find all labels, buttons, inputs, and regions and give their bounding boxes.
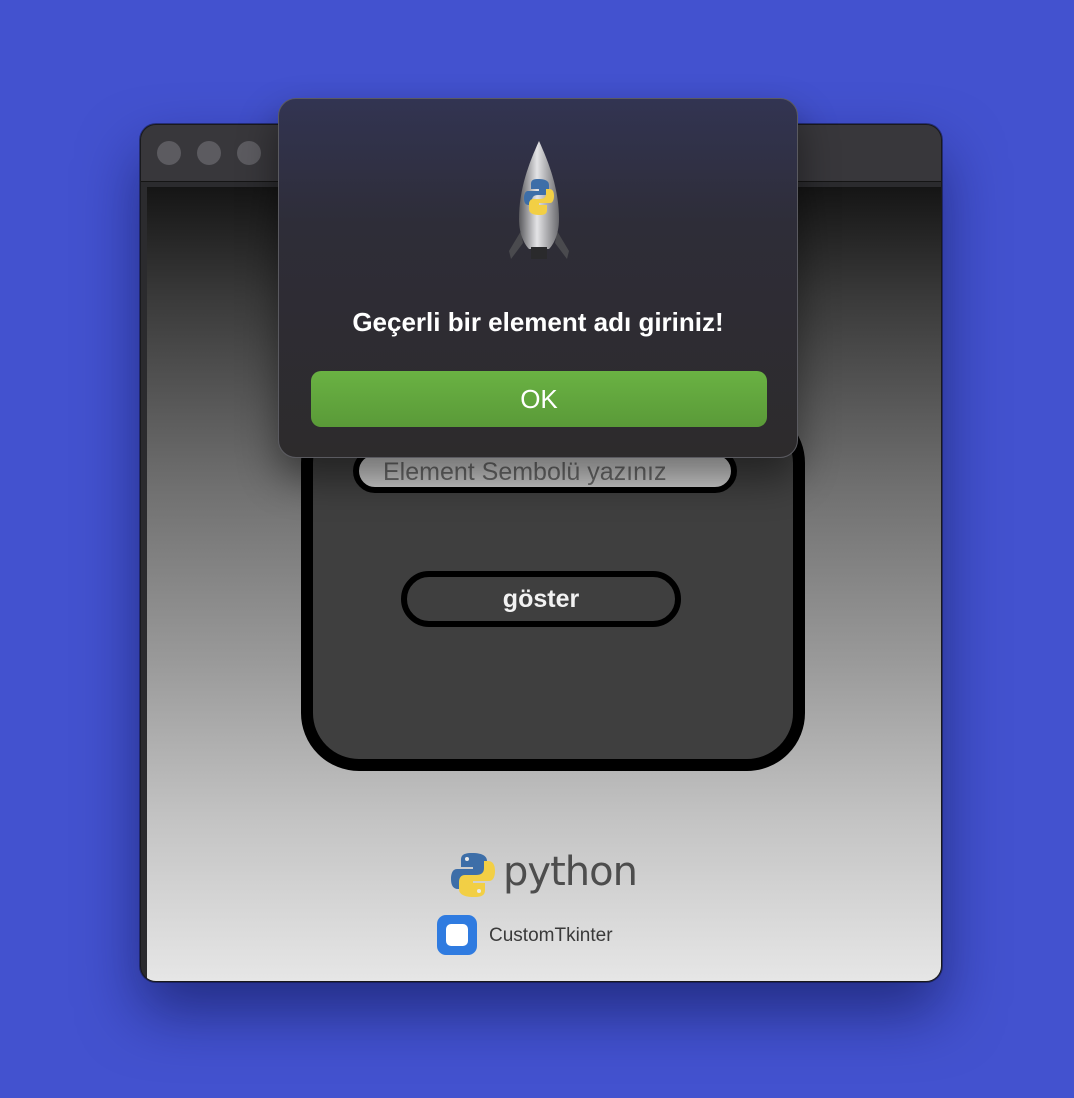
close-window-button[interactable] [157,141,181,165]
customtkinter-logo-text: CustomTkinter [489,925,613,946]
alert-message: Geçerli bir element adı giriniz! [352,307,724,337]
ok-button[interactable]: OK [311,371,767,427]
alert-dialog: Geçerli bir element adı giriniz! OK [278,98,798,458]
python-logo-text: python [503,849,638,895]
python-launcher-rocket-icon [509,141,569,259]
element-symbol-input[interactable] [381,455,725,489]
show-button[interactable]: göster [401,571,681,627]
minimize-window-button[interactable] [197,141,221,165]
zoom-window-button[interactable] [237,141,261,165]
customtkinter-logo-icon [437,915,477,955]
